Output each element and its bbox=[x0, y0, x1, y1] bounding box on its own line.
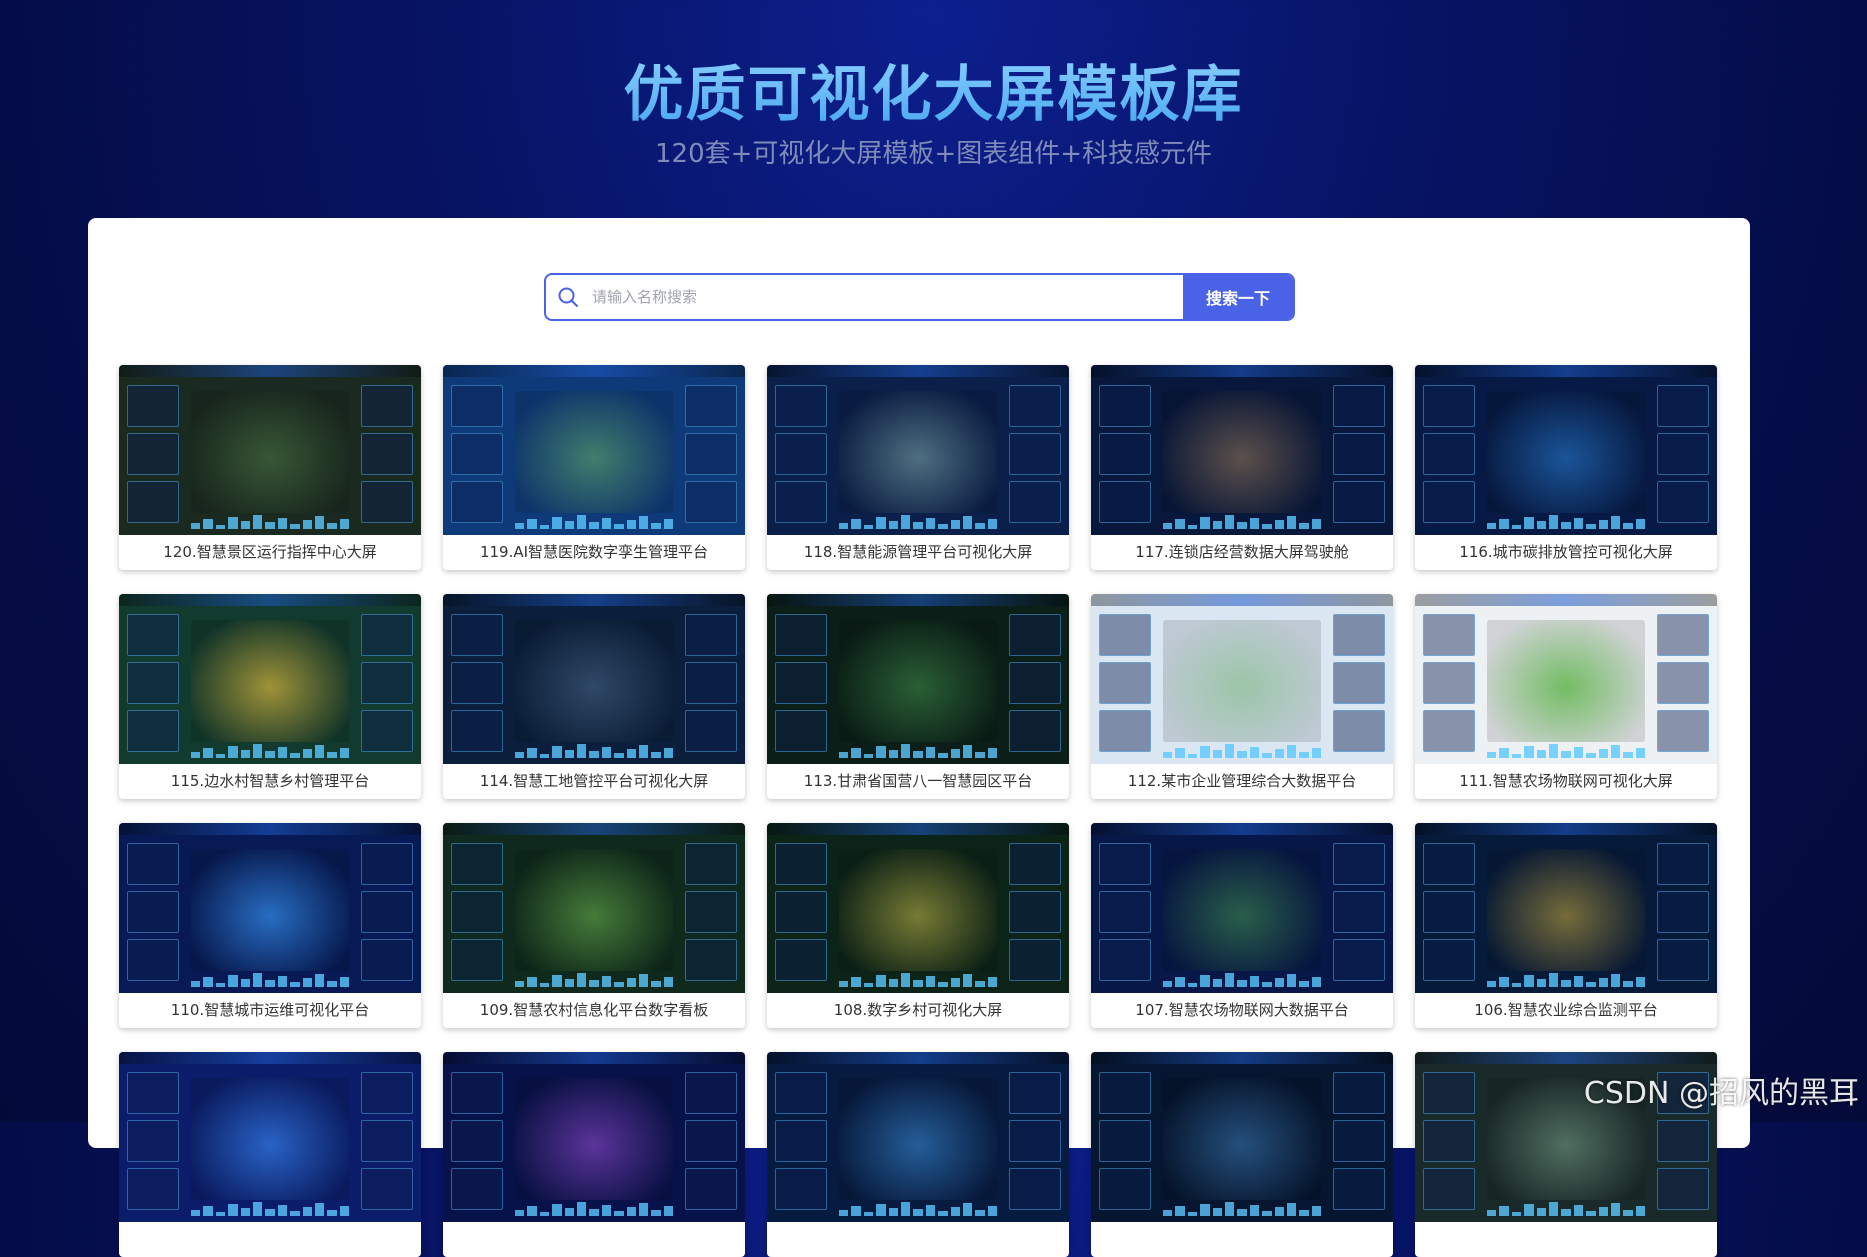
template-thumbnail bbox=[1415, 823, 1717, 993]
template-label bbox=[1091, 1222, 1393, 1257]
template-thumbnail bbox=[443, 594, 745, 764]
template-card[interactable]: 115.边水村智慧乡村管理平台 bbox=[119, 594, 421, 799]
template-thumbnail bbox=[119, 365, 421, 535]
template-thumbnail bbox=[443, 365, 745, 535]
template-label: 106.智慧农业综合监测平台 bbox=[1474, 1001, 1658, 1019]
template-card[interactable]: 106.智慧农业综合监测平台 bbox=[1415, 823, 1717, 1028]
template-card[interactable]: 117.连锁店经营数据大屏驾驶舱 bbox=[1091, 365, 1393, 570]
template-card[interactable] bbox=[767, 1052, 1069, 1257]
template-thumbnail bbox=[1091, 823, 1393, 993]
template-thumbnail bbox=[1091, 1052, 1393, 1222]
template-card[interactable]: 111.智慧农场物联网可视化大屏 bbox=[1415, 594, 1717, 799]
template-card[interactable]: 113.甘肃省国营八一智慧园区平台 bbox=[767, 594, 1069, 799]
template-card[interactable]: 109.智慧农村信息化平台数字看板 bbox=[443, 823, 745, 1028]
template-card[interactable]: 119.AI智慧医院数字孪生管理平台 bbox=[443, 365, 745, 570]
template-thumbnail bbox=[443, 823, 745, 993]
template-label: 109.智慧农村信息化平台数字看板 bbox=[479, 1001, 709, 1019]
search-icon bbox=[546, 275, 590, 319]
template-thumbnail bbox=[119, 1052, 421, 1222]
template-grid: 120.智慧景区运行指挥中心大屏 119.AI智慧医院数字孪生管理平台 118.智慧… bbox=[119, 365, 1717, 1257]
template-card[interactable]: 120.智慧景区运行指挥中心大屏 bbox=[119, 365, 421, 570]
template-card[interactable]: 112.某市企业管理综合大数据平台 bbox=[1091, 594, 1393, 799]
template-thumbnail bbox=[443, 1052, 745, 1222]
template-card[interactable] bbox=[1091, 1052, 1393, 1257]
template-thumbnail bbox=[1091, 594, 1393, 764]
template-card[interactable]: 118.智慧能源管理平台可视化大屏 bbox=[767, 365, 1069, 570]
template-label: 112.某市企业管理综合大数据平台 bbox=[1127, 772, 1357, 790]
template-thumbnail bbox=[767, 1052, 1069, 1222]
template-label: 120.智慧景区运行指挥中心大屏 bbox=[163, 543, 377, 561]
page-title: 优质可视化大屏模板库 bbox=[0, 46, 1867, 133]
template-thumbnail bbox=[1415, 365, 1717, 535]
template-thumbnail bbox=[119, 594, 421, 764]
template-label: 114.智慧工地管控平台可视化大屏 bbox=[479, 772, 709, 790]
template-card[interactable] bbox=[443, 1052, 745, 1257]
template-label: 115.边水村智慧乡村管理平台 bbox=[170, 772, 370, 790]
template-card[interactable]: 107.智慧农场物联网大数据平台 bbox=[1091, 823, 1393, 1028]
template-label: 113.甘肃省国营八一智慧园区平台 bbox=[803, 772, 1033, 790]
template-card[interactable]: 108.数字乡村可视化大屏 bbox=[767, 823, 1069, 1028]
template-card[interactable] bbox=[119, 1052, 421, 1257]
template-card[interactable]: 116.城市碳排放管控可视化大屏 bbox=[1415, 365, 1717, 570]
page-subtitle: 120套+可视化大屏模板+图表组件+科技感元件 bbox=[655, 139, 1212, 169]
template-label: 110.智慧城市运维可视化平台 bbox=[170, 1001, 370, 1019]
template-label bbox=[443, 1222, 745, 1257]
template-panel: 搜索一下 120.智慧景区运行指挥中心大屏119.AI智慧医院数字孪生管理平台1… bbox=[88, 218, 1750, 1257]
template-thumbnail bbox=[119, 823, 421, 993]
search-bar: 搜索一下 bbox=[544, 273, 1295, 321]
search-input[interactable] bbox=[590, 275, 1183, 319]
template-label: 116.城市碳排放管控可视化大屏 bbox=[1459, 543, 1673, 561]
search-button[interactable]: 搜索一下 bbox=[1183, 275, 1293, 319]
template-label: 108.数字乡村可视化大屏 bbox=[833, 1001, 1003, 1019]
template-label bbox=[1415, 1222, 1717, 1257]
template-label: 107.智慧农场物联网大数据平台 bbox=[1135, 1001, 1349, 1019]
template-card[interactable]: 110.智慧城市运维可视化平台 bbox=[119, 823, 421, 1028]
template-label: 118.智慧能源管理平台可视化大屏 bbox=[803, 543, 1033, 561]
template-label: 111.智慧农场物联网可视化大屏 bbox=[1459, 772, 1673, 790]
template-label bbox=[119, 1222, 421, 1257]
template-thumbnail bbox=[767, 823, 1069, 993]
template-thumbnail bbox=[767, 365, 1069, 535]
template-label: 119.AI智慧医院数字孪生管理平台 bbox=[479, 543, 709, 561]
template-thumbnail bbox=[767, 594, 1069, 764]
template-thumbnail bbox=[1091, 365, 1393, 535]
watermark: CSDN @招风的黑耳 bbox=[1583, 1076, 1859, 1111]
template-card[interactable]: 114.智慧工地管控平台可视化大屏 bbox=[443, 594, 745, 799]
template-label bbox=[767, 1222, 1069, 1257]
template-thumbnail bbox=[1415, 594, 1717, 764]
template-label: 117.连锁店经营数据大屏驾驶舱 bbox=[1135, 543, 1349, 561]
